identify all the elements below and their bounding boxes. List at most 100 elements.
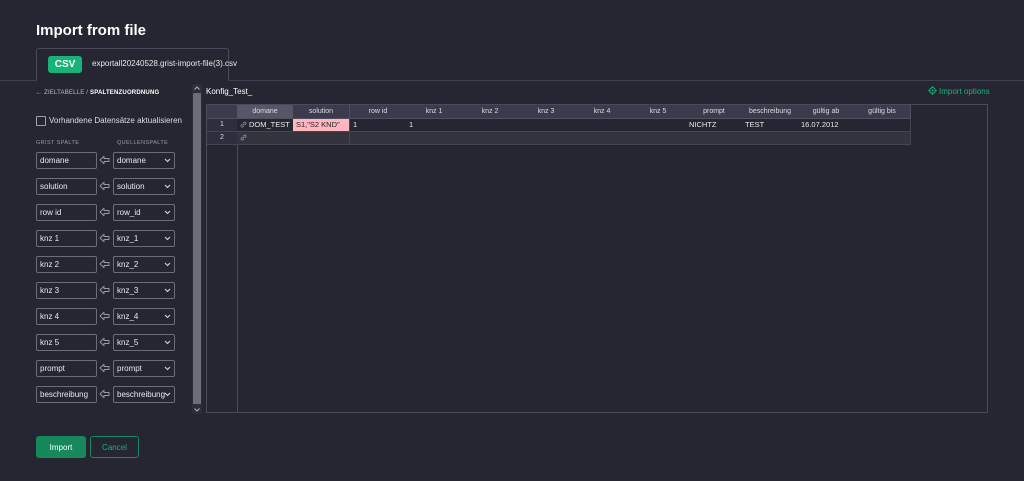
mapping-row: knz 2 knz_2 [30, 256, 202, 274]
grid-cell[interactable] [686, 132, 743, 145]
source-column-value: domane [117, 156, 146, 165]
grid-cell[interactable] [350, 132, 407, 145]
chevron-down-icon [164, 262, 171, 267]
grid-cell[interactable] [630, 119, 687, 132]
source-column-select[interactable]: domane [113, 152, 175, 169]
grist-column-field[interactable]: beschreibung [36, 386, 97, 403]
chevron-down-icon [164, 314, 171, 319]
grid-cell[interactable] [630, 132, 687, 145]
mapping-row: knz 1 knz_1 [30, 230, 202, 248]
csv-badge: CSV [48, 56, 82, 73]
dialog-title: Import from file [36, 22, 147, 39]
source-column-select[interactable]: row_id [113, 204, 175, 221]
source-column-select[interactable]: prompt [113, 360, 175, 377]
source-column-value: solution [117, 182, 145, 191]
source-column-select[interactable]: knz_4 [113, 308, 175, 325]
grid-cell[interactable]: S1,"S2 KND" [293, 119, 350, 132]
import-options-link[interactable]: Import options [928, 86, 990, 96]
grist-column-field[interactable]: solution [36, 178, 97, 195]
breadcrumb-back-link[interactable]: ZIELTABELLE [44, 90, 84, 96]
chevron-down-icon [164, 184, 171, 189]
source-column-value: knz_5 [117, 338, 139, 347]
mapping-row: solution solution [30, 178, 202, 196]
arrow-left-icon [99, 311, 110, 321]
column-header[interactable]: solution [293, 105, 350, 119]
grid-cell[interactable] [406, 132, 463, 145]
grid-cell[interactable]: 1 [406, 119, 463, 132]
update-existing-label: Vorhandene Datensätze aktualisieren [49, 116, 182, 125]
scroll-down-icon[interactable] [192, 406, 202, 414]
mapping-scrollbar[interactable] [192, 84, 202, 414]
grid-cell[interactable]: NICHTZ [686, 119, 743, 132]
grid-cell[interactable] [293, 132, 350, 145]
mapping-row: knz 3 knz_3 [30, 282, 202, 300]
mapping-row: row id row_id [30, 204, 202, 222]
grid-cell[interactable]: 16.07.2012 [798, 119, 855, 132]
grist-column-field[interactable]: domane [36, 152, 97, 169]
column-header[interactable]: gültig bis [854, 105, 911, 119]
grid-corner [207, 105, 237, 119]
source-column-select[interactable]: knz_1 [113, 230, 175, 247]
import-button[interactable]: Import [36, 436, 86, 458]
source-column-select[interactable]: knz_2 [113, 256, 175, 273]
source-column-select[interactable]: solution [113, 178, 175, 195]
grist-column-field[interactable]: row id [36, 204, 97, 221]
column-header[interactable]: domane [237, 105, 294, 119]
grist-column-field[interactable]: knz 5 [36, 334, 97, 351]
grid-cell[interactable]: DOM_TEST [237, 119, 294, 132]
grist-column-field[interactable]: knz 2 [36, 256, 97, 273]
column-header[interactable]: knz 4 [574, 105, 631, 119]
column-header[interactable]: row id [350, 105, 407, 119]
grid-cell[interactable]: 1 [350, 119, 407, 132]
column-header[interactable]: knz 3 [518, 105, 575, 119]
scrollbar-thumb[interactable] [193, 93, 201, 404]
grid-cell[interactable] [237, 132, 294, 145]
column-header[interactable]: beschreibung [742, 105, 799, 119]
grid-cell[interactable] [574, 132, 631, 145]
import-options-label: Import options [939, 87, 990, 96]
row-number[interactable]: 2 [207, 132, 237, 145]
grist-column-field[interactable]: knz 1 [36, 230, 97, 247]
grist-column-field[interactable]: prompt [36, 360, 97, 377]
grid-cell[interactable] [518, 132, 575, 145]
source-column-select[interactable]: knz_5 [113, 334, 175, 351]
grist-column-field[interactable]: knz 3 [36, 282, 97, 299]
mapping-row: knz 4 knz_4 [30, 308, 202, 326]
update-existing-checkbox[interactable] [36, 116, 46, 126]
grid-cell[interactable] [854, 132, 911, 145]
source-column-value: beschreibung [117, 390, 166, 399]
link-icon [240, 121, 247, 128]
column-header[interactable]: prompt [686, 105, 743, 119]
file-tab[interactable]: CSV exportall20240528.grist-import-file(… [36, 48, 237, 81]
scroll-up-icon[interactable] [192, 84, 202, 92]
grid-cell[interactable] [462, 132, 519, 145]
grid-cell[interactable] [462, 119, 519, 132]
cancel-button[interactable]: Cancel [90, 436, 139, 458]
source-column-select[interactable]: beschreibung [113, 386, 175, 403]
arrow-left-icon [99, 363, 110, 373]
back-arrow-icon[interactable]: ← [36, 90, 42, 96]
chevron-down-icon [164, 288, 171, 293]
source-column-value: knz_4 [117, 312, 139, 321]
chevron-down-icon [164, 158, 171, 163]
grid-cell[interactable] [854, 119, 911, 132]
preview-table-name: Konfig_Test_ [206, 87, 253, 96]
column-header[interactable]: knz 5 [630, 105, 687, 119]
source-column-value: row_id [117, 208, 141, 217]
preview-grid[interactable]: domane solution row id knz 1 knz 2 knz 3 knz 4… [206, 104, 988, 413]
column-header[interactable]: knz 2 [462, 105, 519, 119]
source-column-select[interactable]: knz_3 [113, 282, 175, 299]
row-number-column [207, 105, 238, 412]
chevron-down-icon [164, 236, 171, 241]
grid-cell[interactable] [798, 132, 855, 145]
grist-column-field[interactable]: knz 4 [36, 308, 97, 325]
grid-cell[interactable] [574, 119, 631, 132]
column-header[interactable]: gültig ab [798, 105, 855, 119]
grid-cell[interactable]: TEST [742, 119, 799, 132]
column-header[interactable]: knz 1 [406, 105, 463, 119]
row-number[interactable]: 1 [207, 119, 237, 132]
arrow-left-icon [99, 233, 110, 243]
grid-cell[interactable] [518, 119, 575, 132]
breadcrumb-separator: / [86, 90, 89, 96]
grid-cell[interactable] [742, 132, 799, 145]
